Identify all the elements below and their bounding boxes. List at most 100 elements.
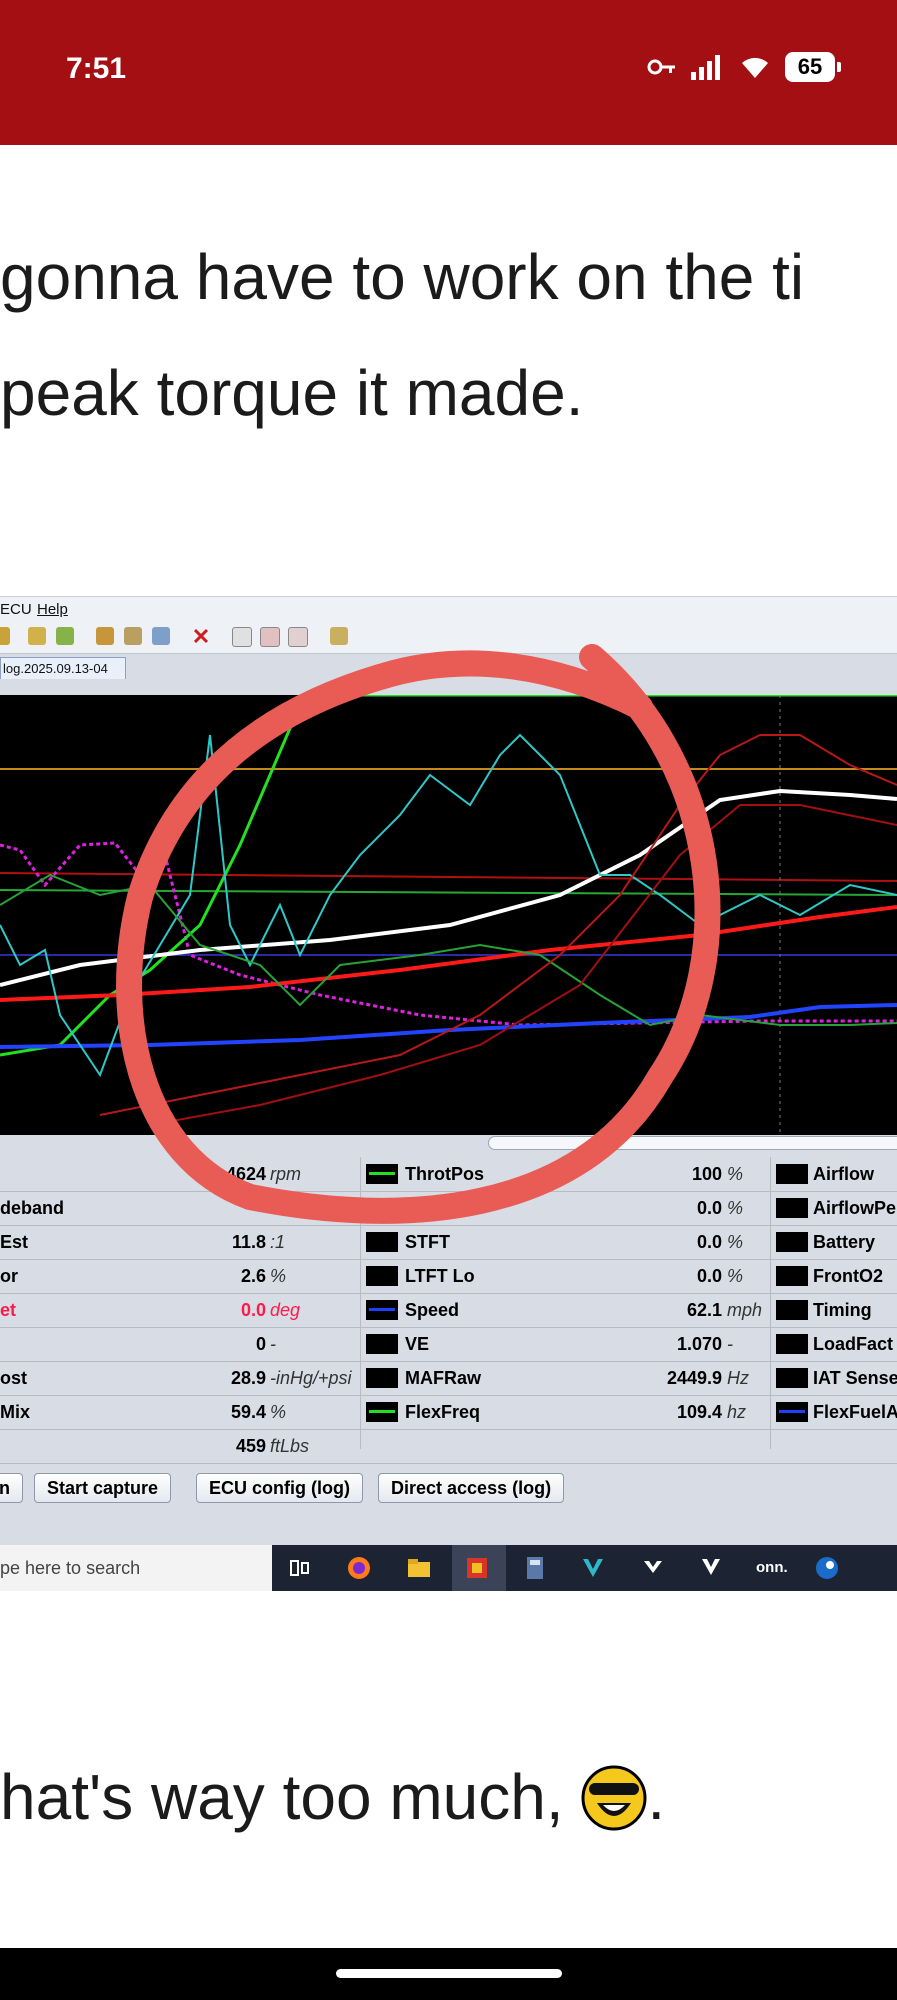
menu-help[interactable]: Help — [37, 601, 68, 618]
series-color-swatch[interactable] — [366, 1266, 398, 1286]
laughing-emoji-icon — [581, 1765, 647, 1831]
toolbar-table-icon[interactable] — [124, 627, 142, 645]
table-row: Est 11.8:1 STFT 0.0% Battery — [0, 1225, 897, 1260]
embedded-screenshot: ECU Help log.2025.09.13-04 4624 rpm Thro… — [0, 596, 897, 1591]
series-color-swatch[interactable] — [776, 1334, 808, 1354]
series-color-swatch[interactable] — [366, 1232, 398, 1252]
toolbar-refresh-icon[interactable] — [56, 627, 74, 645]
graph-scrollbar[interactable] — [0, 1135, 897, 1150]
toolbar-grid-icon[interactable] — [96, 627, 114, 645]
param-name: LTFT Lo — [405, 1266, 475, 1286]
start-capture-button[interactable]: Start capture — [34, 1473, 172, 1503]
table-row: et 0.0 deg Speed 62.1 mph Timing — [0, 1293, 897, 1328]
task-view-icon[interactable] — [287, 1555, 313, 1581]
series-color-swatch[interactable] — [366, 1300, 398, 1320]
param-name: Timing — [813, 1300, 872, 1320]
ecu-config-button[interactable]: ECU config (log) — [196, 1473, 363, 1503]
param-value: 2449.9 — [666, 1368, 722, 1388]
battery-icon: 65 — [785, 52, 841, 82]
trace-speed — [0, 1003, 897, 1049]
status-bar: 7:51 65 — [0, 0, 897, 145]
param-unit: rpm — [270, 1164, 301, 1184]
trace-cyan — [0, 733, 897, 1078]
signal-icon — [691, 55, 720, 80]
toolbar-zoom-out-icon[interactable] — [288, 627, 308, 647]
post-text-line-3-end: . — [647, 1761, 666, 1833]
predator-app-icon[interactable] — [698, 1555, 724, 1581]
post-text-line-3: hat's way too much, . — [0, 1760, 665, 1834]
param-name: Battery — [813, 1232, 876, 1252]
file-explorer-icon[interactable] — [406, 1555, 432, 1581]
param-name: FrontO2 — [813, 1266, 883, 1286]
tab-log[interactable]: log.2025.09.13-04 — [0, 657, 126, 679]
series-color-swatch[interactable] — [776, 1402, 808, 1422]
table-row: ost 28.9 -inHg/+psi MAFRaw 2449.9 Hz IAT Sense — [0, 1361, 897, 1396]
toolbar-zoom-in-icon[interactable] — [260, 627, 280, 647]
param-unit: % — [727, 1198, 744, 1218]
param-unit: ftLbs — [270, 1436, 310, 1456]
direct-access-button[interactable]: Direct access (log) — [378, 1473, 565, 1503]
series-color-swatch[interactable] — [776, 1164, 808, 1184]
param-unit: mph — [727, 1300, 763, 1320]
tuning-app-icon[interactable] — [464, 1555, 490, 1581]
status-icons: 65 — [647, 52, 841, 82]
trace-green-thin — [0, 873, 897, 1027]
steam-icon[interactable] — [814, 1555, 840, 1581]
onn-icon[interactable]: onn. — [756, 1555, 796, 1581]
trace-red-flat — [0, 872, 897, 882]
param-value: 4624 — [225, 1164, 266, 1184]
table-row: 0- VE 1.070- LoadFact — [0, 1327, 897, 1362]
series-color-swatch[interactable] — [776, 1232, 808, 1252]
param-name: Est — [0, 1232, 29, 1252]
param-name: IAT Sense — [813, 1368, 897, 1388]
toolbar-close-icon[interactable] — [192, 627, 210, 645]
scrollbar-thumb[interactable] — [488, 1136, 897, 1150]
param-value: 1.070 — [676, 1334, 722, 1354]
series-color-swatch[interactable] — [366, 1164, 398, 1184]
param-unit: % — [270, 1402, 287, 1422]
param-value: 459 — [235, 1436, 266, 1456]
param-unit: % — [727, 1266, 744, 1286]
toolbar-open-icon[interactable] — [28, 627, 46, 645]
param-unit: % — [727, 1232, 744, 1252]
series-color-swatch[interactable] — [366, 1402, 398, 1422]
post-text-line-3-text: hat's way too much, — [0, 1761, 564, 1833]
series-color-swatch[interactable] — [366, 1334, 398, 1354]
predator-icon[interactable] — [580, 1555, 606, 1581]
param-name: Airflow — [813, 1164, 874, 1184]
trace-darkred-2 — [149, 804, 897, 1126]
toolbar-zoom-1-icon[interactable] — [232, 627, 252, 647]
param-value: 62.1 — [686, 1300, 722, 1320]
series-color-swatch[interactable] — [366, 1368, 398, 1388]
toolbar-icon-1[interactable] — [0, 627, 10, 645]
home-gesture-bar[interactable] — [336, 1969, 562, 1978]
param-value: 109.4 — [676, 1402, 722, 1422]
param-name: or — [0, 1266, 18, 1286]
param-name: LoadFact — [813, 1334, 894, 1354]
clock: 7:51 — [66, 52, 127, 85]
series-color-swatch[interactable] — [776, 1300, 808, 1320]
series-color-swatch[interactable] — [776, 1266, 808, 1286]
param-name: AirflowPe — [813, 1198, 897, 1218]
param-value: 28.9 — [230, 1368, 266, 1388]
param-name: ThrotPos — [405, 1164, 484, 1184]
series-color-swatch[interactable] — [776, 1368, 808, 1388]
toolbar-tool-icon[interactable] — [152, 627, 170, 645]
firefox-icon[interactable] — [346, 1555, 372, 1581]
param-value: 100 — [691, 1164, 722, 1184]
toolbar-export-icon[interactable] — [330, 627, 348, 645]
param-name: ost — [0, 1368, 27, 1388]
series-color-swatch[interactable] — [776, 1198, 808, 1218]
predator-sense-icon[interactable] — [640, 1555, 666, 1581]
param-name: FlexFuelA — [813, 1402, 897, 1422]
calculator-icon[interactable] — [522, 1555, 548, 1581]
taskbar-search-input[interactable]: pe here to search — [0, 1545, 272, 1591]
trace-green-flat — [0, 889, 897, 896]
menu-ecu[interactable]: ECU — [0, 601, 32, 618]
graph-traces — [0, 695, 897, 1135]
trace-magenta — [0, 841, 897, 1027]
button-partial[interactable]: n — [0, 1473, 23, 1503]
table-row: deband 0.0% AirflowPe — [0, 1191, 897, 1226]
param-unit: -inHg/+psi — [270, 1368, 352, 1388]
series-color-swatch[interactable] — [366, 1198, 398, 1218]
